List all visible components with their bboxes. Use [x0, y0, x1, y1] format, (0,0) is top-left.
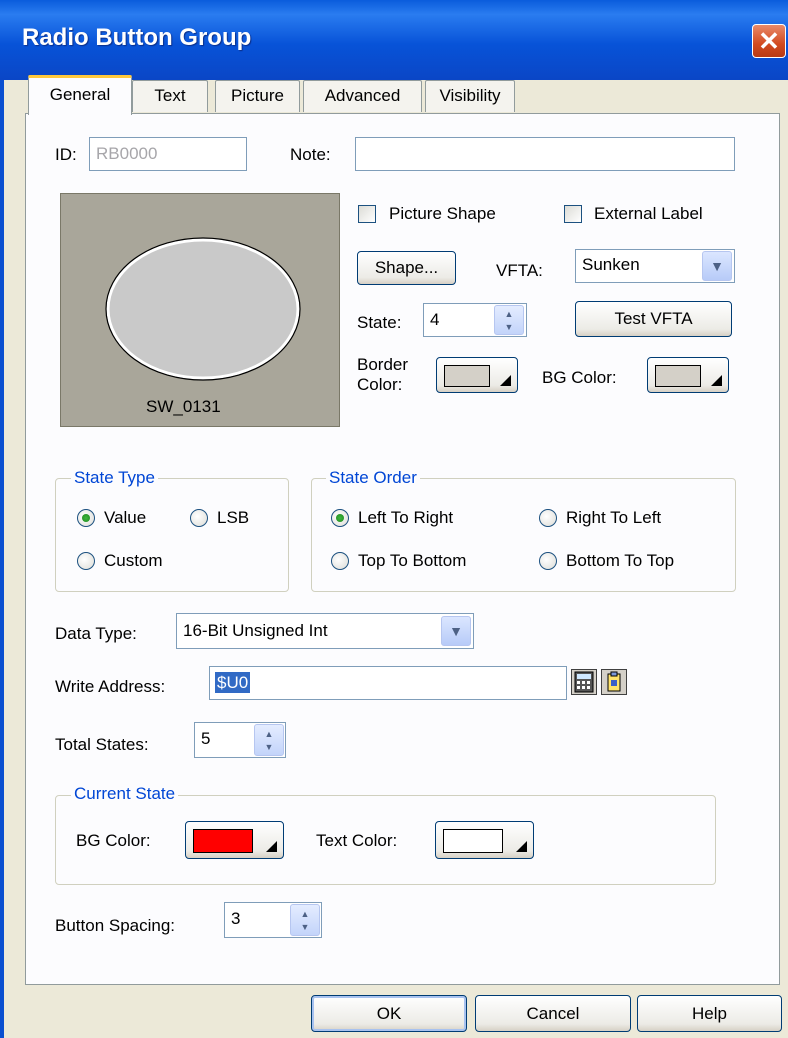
spin-down-icon: ▼	[300, 922, 310, 932]
state-order-top-to-bottom-radio[interactable]	[331, 552, 349, 570]
note-field[interactable]	[355, 137, 735, 171]
tab-advanced[interactable]: Advanced	[303, 80, 422, 112]
total-states-value: 5	[201, 729, 211, 748]
window-title: Radio Button Group	[22, 24, 252, 51]
state-label: State:	[357, 313, 402, 332]
id-label: ID:	[55, 145, 77, 164]
vfta-label: VFTA:	[496, 261, 543, 280]
state-type-value-label: Value	[104, 508, 147, 527]
bg-color-label: BG Color:	[542, 368, 617, 387]
chevron-down-icon: ▼	[449, 623, 463, 639]
dropdown-triangle-icon	[500, 375, 511, 386]
spin-up-icon: ▲	[300, 909, 310, 919]
write-address-value: $U0	[215, 672, 251, 693]
note-label: Note:	[290, 145, 331, 164]
text-color-swatch	[443, 829, 503, 853]
button-spacing-value: 3	[231, 909, 241, 928]
state-type-value-radio[interactable]	[77, 509, 95, 527]
total-states-label: Total States:	[55, 735, 149, 754]
shape-preview: SW_0131	[60, 193, 340, 427]
state-type-group	[55, 478, 289, 592]
state-type-custom-label: Custom	[104, 551, 163, 570]
state-order-right-to-left-radio[interactable]	[539, 509, 557, 527]
data-type-label: Data Type:	[55, 624, 137, 643]
state-value: 4	[430, 310, 440, 329]
state-order-bottom-to-top-label: Bottom To Top	[566, 551, 675, 570]
dropdown-triangle-icon	[516, 841, 527, 852]
state-order-group	[311, 478, 736, 592]
spin-down-icon: ▼	[504, 322, 514, 332]
text-color-label: Text Color:	[316, 831, 398, 850]
radio-selected-dot	[336, 514, 344, 522]
tab-picture[interactable]: Picture	[215, 80, 300, 112]
border-color-label-line1: Border	[357, 355, 409, 374]
picture-shape-label: Picture Shape	[389, 204, 496, 223]
spin-up-icon: ▲	[264, 729, 274, 739]
state-order-legend: State Order	[326, 468, 420, 488]
external-label-checkbox[interactable]	[564, 205, 582, 223]
text-color-picker[interactable]	[435, 821, 534, 859]
preview-shape-svg	[105, 237, 301, 381]
close-button[interactable]: ✕	[752, 24, 786, 58]
current-bg-color-picker[interactable]	[185, 821, 284, 859]
button-spacing-label: Button Spacing:	[55, 916, 176, 935]
tag-icon-glyph	[607, 671, 621, 692]
total-states-spin-buttons[interactable]: ▲ ▼	[254, 724, 284, 756]
border-color-label: Border Color:	[357, 355, 408, 395]
picture-shape-checkbox[interactable]	[358, 205, 376, 223]
write-address-label: Write Address:	[55, 677, 166, 696]
vfta-value: Sunken	[582, 255, 640, 274]
state-type-custom-radio[interactable]	[77, 552, 95, 570]
dropdown-triangle-icon	[711, 375, 722, 386]
tag-browser-icon[interactable]	[601, 669, 627, 695]
state-order-left-to-right-radio[interactable]	[331, 509, 349, 527]
id-field[interactable]: RB0000	[89, 137, 247, 171]
window-border	[0, 80, 4, 1038]
vfta-dropdown-button[interactable]: ▼	[702, 251, 732, 281]
state-type-legend: State Type	[71, 468, 158, 488]
border-color-label-line2: Color:	[357, 375, 403, 394]
state-spin-buttons[interactable]: ▲ ▼	[494, 305, 524, 335]
ok-button[interactable]: OK	[311, 995, 467, 1032]
current-state-legend: Current State	[71, 784, 179, 804]
write-address-field[interactable]: $U0	[209, 666, 567, 700]
spin-up-icon: ▲	[504, 309, 514, 319]
current-bg-color-swatch	[193, 829, 253, 853]
current-bg-color-label: BG Color:	[76, 831, 151, 850]
cancel-button[interactable]: Cancel	[475, 995, 631, 1032]
close-icon: ✕	[758, 26, 780, 56]
data-type-dropdown-button[interactable]: ▼	[441, 616, 471, 646]
radio-selected-dot	[82, 514, 90, 522]
data-type-select[interactable]: 16-Bit Unsigned Int	[176, 613, 474, 649]
spin-down-icon: ▼	[264, 742, 274, 752]
tab-general[interactable]: General	[28, 75, 132, 115]
dropdown-triangle-icon	[266, 841, 277, 852]
bg-color-swatch	[655, 365, 701, 387]
data-type-value: 16-Bit Unsigned Int	[183, 621, 328, 640]
calculator-icon-glyph	[574, 671, 594, 693]
border-color-picker[interactable]	[436, 357, 518, 393]
help-button[interactable]: Help	[637, 995, 782, 1032]
tab-visibility[interactable]: Visibility	[425, 80, 515, 112]
state-order-top-to-bottom-label: Top To Bottom	[358, 551, 467, 570]
border-color-swatch	[444, 365, 490, 387]
calculator-icon[interactable]	[571, 669, 597, 695]
tab-text[interactable]: Text	[132, 80, 208, 112]
state-order-bottom-to-top-radio[interactable]	[539, 552, 557, 570]
bg-color-picker[interactable]	[647, 357, 729, 393]
button-spacing-spin-buttons[interactable]: ▲ ▼	[290, 904, 320, 936]
chevron-down-icon: ▼	[710, 258, 724, 274]
state-order-right-to-left-label: Right To Left	[566, 508, 662, 527]
external-label-label: External Label	[594, 204, 703, 223]
state-type-lsb-label: LSB	[217, 508, 250, 527]
shape-button[interactable]: Shape...	[357, 251, 456, 285]
state-order-left-to-right-label: Left To Right	[358, 508, 454, 527]
preview-caption: SW_0131	[146, 397, 221, 416]
test-vfta-button[interactable]: Test VFTA	[575, 301, 732, 337]
state-type-lsb-radio[interactable]	[190, 509, 208, 527]
